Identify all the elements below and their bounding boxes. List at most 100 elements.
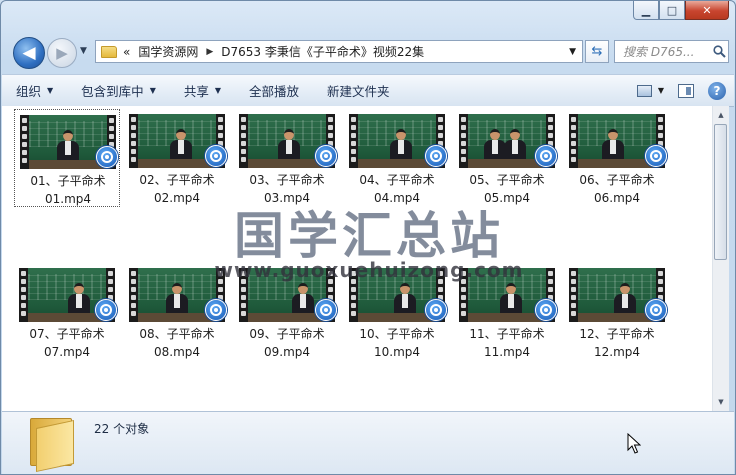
organize-label: 组织: [16, 84, 42, 99]
file-name-line1: 08、子平命术: [139, 327, 215, 341]
file-item[interactable]: 02、子平命术 02.mp4: [124, 109, 230, 207]
file-name-line2: 07.mp4: [43, 345, 91, 359]
video-file-badge-icon: [535, 299, 557, 321]
file-name-line1: 01、子平命术: [30, 174, 106, 188]
close-button[interactable]: ✕: [685, 1, 729, 20]
video-file-badge-icon: [96, 146, 118, 168]
file-item[interactable]: 04、子平命术 04.mp4: [344, 109, 450, 207]
file-name: 04、子平命术 04.mp4: [344, 171, 450, 207]
video-frame: [248, 268, 326, 322]
file-name-line1: 11、子平命术: [469, 327, 545, 341]
breadcrumb-item[interactable]: 国学资源网: [138, 43, 198, 60]
search-box[interactable]: 搜索 D765...: [614, 40, 729, 63]
file-name-line2: 12.mp4: [593, 345, 641, 359]
file-item[interactable]: 10、子平命术 10.mp4: [344, 263, 450, 361]
file-name-line1: 07、子平命术: [29, 327, 105, 341]
help-icon[interactable]: ?: [708, 81, 726, 100]
minimize-button[interactable]: ▁: [633, 1, 659, 20]
video-frame: [468, 268, 546, 322]
file-name-line2: 08.mp4: [153, 345, 201, 359]
file-item[interactable]: 12、子平命术 12.mp4: [564, 263, 670, 361]
breadcrumb-overflow[interactable]: «: [123, 45, 130, 59]
change-view-button[interactable]: ▼: [636, 84, 664, 97]
back-button[interactable]: ◀: [13, 37, 45, 69]
refresh-button[interactable]: ⇆: [585, 40, 609, 63]
file-name: 09、子平命术 09.mp4: [234, 325, 340, 361]
video-file-badge-icon: [535, 145, 557, 167]
film-strip: [20, 115, 29, 169]
address-dropdown-icon[interactable]: ▼: [569, 47, 576, 57]
file-name: 03、子平命术 03.mp4: [234, 171, 340, 207]
file-item[interactable]: 08、子平命术 08.mp4: [124, 263, 230, 361]
video-file-badge-icon: [315, 299, 337, 321]
file-item[interactable]: 01、子平命术 01.mp4: [14, 109, 120, 207]
mouse-cursor-icon: [627, 433, 641, 454]
file-item[interactable]: 05、子平命术 05.mp4: [454, 109, 560, 207]
command-bar: 组织 ▼ 包含到库中 ▼ 共享 ▼ 全部播放 新建文件夹 ▼ ?: [2, 74, 734, 107]
file-name-line2: 05.mp4: [483, 191, 531, 205]
preview-pane-icon[interactable]: [678, 83, 694, 98]
film-strip: [129, 268, 138, 322]
chevron-down-icon: ▼: [214, 86, 222, 95]
file-name: 07、子平命术 07.mp4: [14, 325, 120, 361]
maximize-button[interactable]: □: [659, 1, 685, 20]
breadcrumb-separator-icon[interactable]: ▶: [206, 47, 213, 57]
file-name: 08、子平命术 08.mp4: [124, 325, 230, 361]
video-frame: [468, 114, 546, 168]
video-frame: [28, 268, 106, 322]
chevron-down-icon: ▼: [149, 86, 156, 95]
share-menu[interactable]: 共享 ▼: [170, 75, 235, 106]
file-name-line1: 03、子平命术: [249, 173, 325, 187]
file-name-line1: 02、子平命术: [139, 173, 215, 187]
recent-pages-dropdown-icon[interactable]: ▼: [80, 46, 87, 56]
file-name-line1: 06、子平命术: [579, 173, 655, 187]
scroll-down-icon[interactable]: ▼: [713, 394, 729, 410]
file-item[interactable]: 09、子平命术 09.mp4: [234, 263, 340, 361]
search-icon[interactable]: [710, 43, 728, 61]
new-folder-button[interactable]: 新建文件夹: [313, 75, 404, 106]
view-controls: ▼ ?: [636, 75, 726, 106]
file-name: 12、子平命术 12.mp4: [564, 325, 670, 361]
address-bar[interactable]: « 国学资源网 ▶ D7653 李秉信《子平命术》视频22集 ▼: [95, 40, 583, 63]
file-name: 10、子平命术 10.mp4: [344, 325, 450, 361]
file-item[interactable]: 07、子平命术 07.mp4: [14, 263, 120, 361]
video-file-badge-icon: [95, 299, 117, 321]
navigation-bar: ◀ ▶ ▼ « 国学资源网 ▶ D7653 李秉信《子平命术》视频22集 ▼ ⇆…: [1, 35, 735, 69]
video-file-badge-icon: [425, 299, 447, 321]
video-frame: [358, 114, 436, 168]
video-frame: [578, 114, 656, 168]
file-item[interactable]: 03、子平命术 03.mp4: [234, 109, 340, 207]
chevron-down-icon: ▼: [47, 86, 54, 95]
film-strip: [239, 114, 248, 168]
item-count: 22 个对象: [94, 422, 150, 436]
file-list[interactable]: 01、子平命术 01.mp4 02、子平命术 02.mp4 03、子平命术 03.mp4 0…: [2, 106, 712, 411]
file-name-line2: 10.mp4: [373, 345, 421, 359]
file-item[interactable]: 11、子平命术 11.mp4: [454, 263, 560, 361]
file-name-line2: 06.mp4: [593, 191, 641, 205]
film-strip: [569, 114, 578, 168]
include-in-library-menu[interactable]: 包含到库中 ▼: [67, 75, 170, 106]
vertical-scrollbar[interactable]: ▲ ▼: [712, 106, 729, 411]
search-input[interactable]: 搜索 D765...: [615, 43, 710, 60]
chevron-down-icon: ▼: [657, 86, 664, 95]
video-file-badge-icon: [645, 299, 667, 321]
file-name-line2: 09.mp4: [263, 345, 311, 359]
forward-button[interactable]: ▶: [47, 38, 77, 68]
file-name-line1: 09、子平命术: [249, 327, 325, 341]
include-in-library-label: 包含到库中: [81, 84, 144, 99]
film-strip: [459, 268, 468, 322]
file-name: 11、子平命术 11.mp4: [454, 325, 560, 361]
refresh-icon: ⇆: [591, 44, 603, 59]
video-file-badge-icon: [205, 145, 227, 167]
file-item[interactable]: 06、子平命术 06.mp4: [564, 109, 670, 207]
file-name: 06、子平命术 06.mp4: [564, 171, 670, 207]
play-all-button[interactable]: 全部播放: [235, 75, 313, 106]
breadcrumb-item-current[interactable]: D7653 李秉信《子平命术》视频22集: [221, 43, 424, 60]
file-name: 05、子平命术 05.mp4: [454, 171, 560, 207]
organize-menu[interactable]: 组织 ▼: [2, 75, 67, 106]
folder-large-icon: [30, 418, 74, 473]
scroll-thumb[interactable]: [714, 124, 727, 260]
scroll-up-icon[interactable]: ▲: [713, 107, 729, 123]
file-name: 01、子平命术 01.mp4: [15, 172, 121, 208]
video-frame: [29, 115, 107, 169]
